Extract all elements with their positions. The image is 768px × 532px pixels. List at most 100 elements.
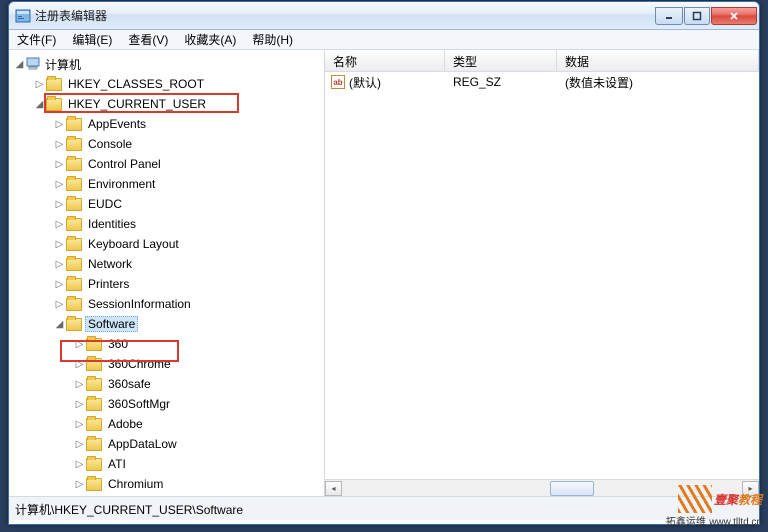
tree-label[interactable]: 360safe <box>105 376 154 392</box>
string-value-icon: ab <box>331 75 345 89</box>
tree-label[interactable]: SessionInformation <box>85 296 194 312</box>
tree-item[interactable]: ▷ Identities <box>9 214 324 234</box>
tree-label[interactable]: ATI <box>105 456 129 472</box>
tree-label[interactable]: EUDC <box>85 196 125 212</box>
tree-label[interactable]: Identities <box>85 216 139 232</box>
tree-label[interactable]: 计算机 <box>42 55 84 74</box>
registry-editor-window: 注册表编辑器 文件(F) 编辑(E) 查看(V) 收藏夹(A) 帮助(H) ◢ … <box>8 1 760 525</box>
expand-toggle[interactable]: ▷ <box>73 379 86 390</box>
col-data[interactable]: 数据 <box>557 50 759 71</box>
watermark-brand: 教程 <box>738 493 762 507</box>
col-name[interactable]: 名称 <box>325 50 445 71</box>
expand-toggle[interactable]: ▷ <box>53 179 66 190</box>
expand-toggle[interactable]: ▷ <box>73 439 86 450</box>
tree-item[interactable]: ▷ Environment <box>9 174 324 194</box>
scroll-thumb[interactable] <box>550 481 594 496</box>
expand-toggle[interactable]: ▷ <box>53 159 66 170</box>
tree-label[interactable]: Keyboard Layout <box>85 236 182 252</box>
tree-label[interactable]: Software <box>85 316 138 332</box>
expand-toggle[interactable]: ▷ <box>53 139 66 150</box>
tree-label[interactable]: Console <box>85 136 135 152</box>
menu-edit[interactable]: 编辑(E) <box>64 29 120 50</box>
minimize-button[interactable] <box>655 7 683 25</box>
menu-help[interactable]: 帮助(H) <box>244 29 301 50</box>
value-data: (数值未设置) <box>557 74 759 91</box>
tree-item[interactable]: ▷ ATI <box>9 454 324 474</box>
tree-item[interactable]: ▷ Keyboard Layout <box>9 234 324 254</box>
tree-item[interactable]: ▷ Adobe <box>9 414 324 434</box>
maximize-button[interactable] <box>684 7 710 25</box>
tree-label[interactable]: Network <box>85 256 135 272</box>
watermark-stripes-icon <box>678 485 712 513</box>
tree-item-hkcu[interactable]: ◢ HKEY_CURRENT_USER <box>9 94 324 114</box>
tree-label[interactable]: Chromium <box>105 476 166 492</box>
expand-toggle[interactable]: ▷ <box>73 459 86 470</box>
menu-favorites[interactable]: 收藏夹(A) <box>176 29 244 50</box>
folder-icon <box>86 478 102 491</box>
expand-toggle[interactable]: ▷ <box>73 399 86 410</box>
tree-item[interactable]: ▷ SessionInformation <box>9 294 324 314</box>
menu-file[interactable]: 文件(F) <box>9 29 64 50</box>
col-type[interactable]: 类型 <box>445 50 557 71</box>
tree-item[interactable]: ▷ 360 <box>9 334 324 354</box>
computer-icon <box>26 57 42 71</box>
tree-item[interactable]: ▷ 360SoftMgr <box>9 394 324 414</box>
tree-item[interactable]: ▷ AppDataLow <box>9 434 324 454</box>
tree-label[interactable]: HKEY_CLASSES_ROOT <box>65 76 207 92</box>
tree-label[interactable]: AppDataLow <box>105 436 180 452</box>
tree-item[interactable]: ◢ Software <box>9 314 324 334</box>
list-pane: 名称 类型 数据 ab (默认) REG_SZ (数值未设置) ◂ <box>325 50 759 496</box>
expand-toggle[interactable]: ▷ <box>53 279 66 290</box>
expand-toggle[interactable]: ◢ <box>33 99 46 110</box>
expand-toggle[interactable]: ▷ <box>73 419 86 430</box>
tree-label[interactable]: 360SoftMgr <box>105 396 173 412</box>
list-row[interactable]: ab (默认) REG_SZ (数值未设置) <box>325 72 759 92</box>
folder-icon <box>86 378 102 391</box>
expand-toggle[interactable]: ◢ <box>13 59 26 70</box>
expand-toggle[interactable]: ▷ <box>33 79 46 90</box>
expand-toggle[interactable]: ▷ <box>53 259 66 270</box>
tree-item-hkcr[interactable]: ▷ HKEY_CLASSES_ROOT <box>9 74 324 94</box>
tree-item[interactable]: ▷ Printers <box>9 274 324 294</box>
folder-icon <box>66 318 82 331</box>
expand-toggle[interactable]: ▷ <box>53 299 66 310</box>
list-body[interactable]: ab (默认) REG_SZ (数值未设置) <box>325 72 759 479</box>
menu-view[interactable]: 查看(V) <box>120 29 176 50</box>
folder-icon <box>66 158 82 171</box>
expand-toggle[interactable]: ▷ <box>73 359 86 370</box>
tree-item[interactable]: ▷ Console <box>9 134 324 154</box>
expand-toggle[interactable]: ▷ <box>53 219 66 230</box>
tree-label[interactable]: 360 <box>105 336 131 352</box>
tree-label[interactable]: Control Panel <box>85 156 164 172</box>
expand-toggle[interactable]: ▷ <box>73 339 86 350</box>
expand-toggle[interactable]: ◢ <box>53 319 66 330</box>
titlebar[interactable]: 注册表编辑器 <box>9 2 759 30</box>
tree-item[interactable]: ▷ 360Chrome <box>9 354 324 374</box>
tree-label[interactable]: HKEY_CURRENT_USER <box>65 96 209 112</box>
tree-root[interactable]: ◢ 计算机 <box>9 54 324 74</box>
app-icon <box>15 8 31 24</box>
scroll-left-button[interactable]: ◂ <box>325 481 342 496</box>
tree-label[interactable]: 360Chrome <box>105 356 174 372</box>
tree-item[interactable]: ▷ EUDC <box>9 194 324 214</box>
expand-toggle[interactable]: ▷ <box>53 199 66 210</box>
tree-label[interactable]: Adobe <box>105 416 146 432</box>
expand-toggle[interactable]: ▷ <box>73 479 86 490</box>
tree-item[interactable]: ▷ 360safe <box>9 374 324 394</box>
close-button[interactable] <box>711 7 757 25</box>
tree-label[interactable]: Printers <box>85 276 132 292</box>
folder-icon <box>66 138 82 151</box>
value-type: REG_SZ <box>445 75 557 89</box>
tree-pane[interactable]: ◢ 计算机 ▷ HKEY_CLASSES_ROOT ◢ HKEY_CURRENT… <box>9 50 325 496</box>
folder-icon <box>46 98 62 111</box>
expand-toggle[interactable]: ▷ <box>53 119 66 130</box>
watermark-sub: 拓鑫运维 <box>666 517 706 528</box>
expand-toggle[interactable]: ▷ <box>53 239 66 250</box>
tree-label[interactable]: AppEvents <box>85 116 149 132</box>
tree-item[interactable]: ▷ Network <box>9 254 324 274</box>
tree-label[interactable]: Environment <box>85 176 158 192</box>
folder-icon <box>66 278 82 291</box>
tree-item[interactable]: ▷ AppEvents <box>9 114 324 134</box>
tree-item[interactable]: ▷ Control Panel <box>9 154 324 174</box>
tree-item[interactable]: ▷ Chromium <box>9 474 324 494</box>
